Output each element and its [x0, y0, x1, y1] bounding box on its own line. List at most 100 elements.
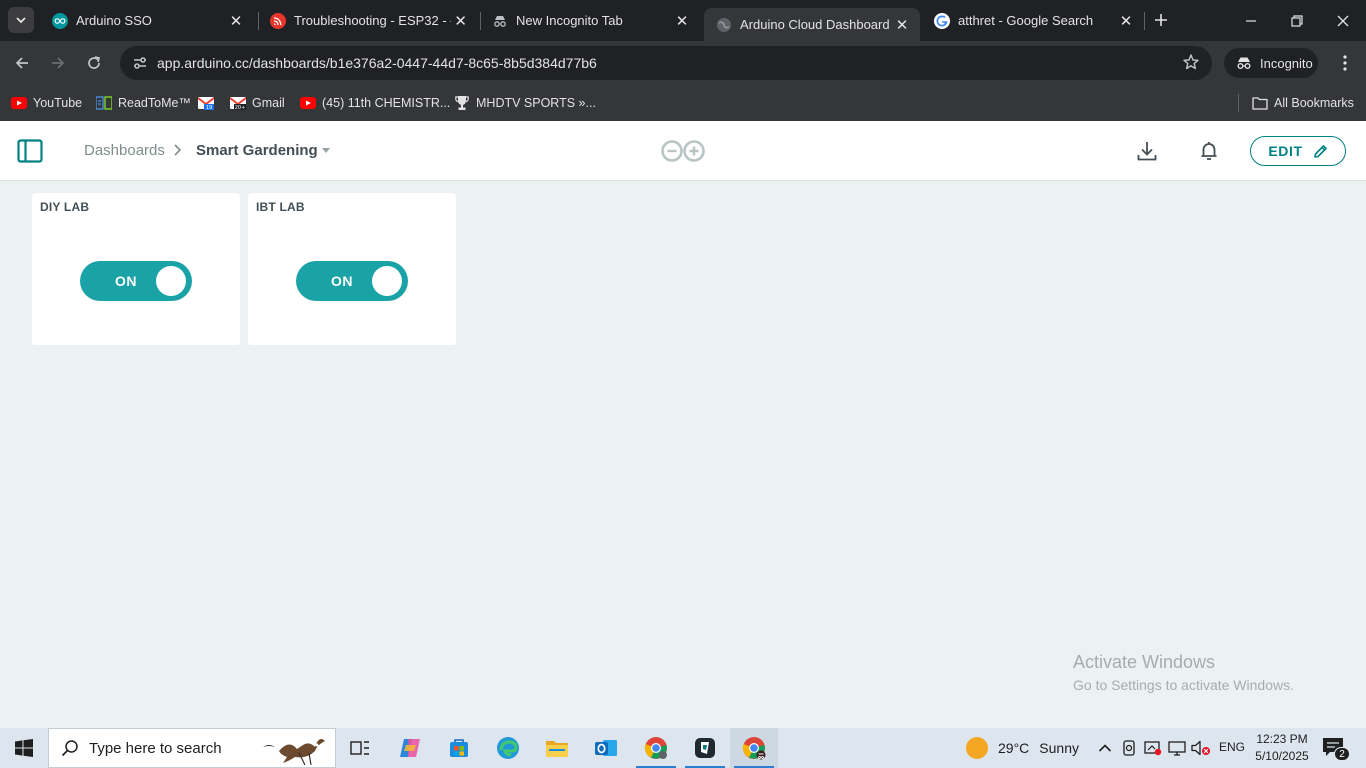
tab-new-incognito[interactable]: New Incognito Tab ✕: [480, 0, 700, 41]
bookmark-readtome[interactable]: ReadToMe™: [96, 93, 191, 113]
bookmark-star-icon[interactable]: [1182, 53, 1200, 76]
back-button[interactable]: [8, 49, 36, 77]
close-icon[interactable]: ✕: [672, 11, 692, 31]
arrow-right-icon: [52, 57, 65, 69]
bookmarks-bar: YouTube ReadToMe™ 19 20+ Gmail (45) 11th…: [0, 85, 1366, 121]
windows-taskbar: Type here to search 29°C Sunny ENG 12:23…: [0, 728, 1366, 768]
bookmark-youtube[interactable]: YouTube: [11, 93, 82, 113]
tab-arduino-sso[interactable]: Arduino SSO ✕: [40, 0, 254, 41]
bookmark-label: (45) 11th CHEMISTR...: [322, 96, 451, 110]
svg-text:19: 19: [206, 105, 212, 110]
volume-button[interactable]: [1190, 738, 1212, 758]
sidebar-icon: [17, 139, 43, 163]
forward-button[interactable]: [44, 49, 72, 77]
start-button[interactable]: [0, 728, 48, 768]
microsoft-store-button[interactable]: [435, 728, 483, 768]
caret-down-icon[interactable]: [322, 148, 330, 153]
bookmark-label: Gmail: [252, 96, 285, 110]
switch-knob[interactable]: [156, 266, 186, 296]
notification-badge: 2: [1334, 747, 1350, 761]
toggle-switch[interactable]: ON: [296, 261, 408, 301]
search-placeholder: Type here to search: [89, 739, 222, 757]
tab-title: New Incognito Tab: [516, 13, 623, 28]
minimize-button[interactable]: [1228, 0, 1274, 41]
url-text[interactable]: app.arduino.cc/dashboards/b1e376a2-0447-…: [157, 55, 597, 71]
close-icon[interactable]: ✕: [451, 11, 470, 31]
site-settings-icon[interactable]: [128, 51, 152, 75]
all-bookmarks-button[interactable]: All Bookmarks: [1252, 93, 1354, 113]
weather-condition: Sunny: [1039, 740, 1079, 756]
close-window-button[interactable]: [1320, 0, 1366, 41]
task-view-button[interactable]: [336, 728, 384, 768]
switch-state-label: ON: [331, 273, 353, 289]
show-hidden-icons-button[interactable]: [1096, 738, 1114, 758]
taskbar-search-box[interactable]: Type here to search: [48, 728, 336, 768]
bookmark-mhdtv-sports[interactable]: MHDTV SPORTS »...: [454, 93, 596, 113]
chrome-incognito-button[interactable]: [730, 728, 778, 768]
tray-app-icon[interactable]: [1120, 738, 1138, 758]
plus-icon: [1155, 14, 1167, 26]
system-clock[interactable]: 12:23 PM 5/10/2025: [1252, 731, 1312, 765]
browser-menu-button[interactable]: [1333, 51, 1357, 75]
breadcrumb-dashboards-link[interactable]: Dashboards: [84, 142, 165, 159]
google-icon: [934, 12, 950, 29]
more-vert-icon: [1343, 55, 1347, 71]
incognito-icon: [492, 13, 508, 29]
dashboard-name[interactable]: Smart Gardening: [196, 142, 318, 159]
weather-temperature: 29°C: [998, 740, 1030, 756]
switch-widget-diy-lab: DIY LAB ON: [32, 193, 240, 345]
bookmark-label: MHDTV SPORTS »...: [476, 96, 596, 110]
minimize-icon: [1246, 19, 1256, 22]
store-icon: [450, 739, 468, 757]
widget-title: DIY LAB: [40, 200, 90, 214]
input-language[interactable]: ENG: [1219, 740, 1245, 754]
chevron-down-icon: [16, 17, 26, 24]
bookmark-gmail-19[interactable]: 19: [198, 93, 220, 113]
browser-tab-strip: Arduino SSO ✕ Troubleshooting - ESP32 - …: [0, 0, 1366, 41]
tab-arduino-cloud-dashboard[interactable]: Arduino Cloud Dashboard ✕: [704, 8, 920, 41]
new-tab-button[interactable]: [1149, 8, 1173, 32]
youtube-icon: [11, 95, 27, 111]
bell-icon: [1201, 142, 1217, 160]
bookmark-gmail[interactable]: 20+ Gmail: [230, 93, 285, 113]
watermark-subtitle: Go to Settings to activate Windows.: [1073, 677, 1294, 693]
volume-muted-icon: [1191, 740, 1210, 756]
sun-icon: [966, 737, 988, 759]
network-error-icon: [1144, 741, 1162, 756]
tab-troubleshooting[interactable]: Troubleshooting - ESP32 - — ✕: [258, 0, 478, 41]
edit-button[interactable]: EDIT: [1250, 136, 1346, 166]
gmail-20-icon: 20+: [230, 95, 246, 111]
tray-display-icon[interactable]: [1167, 738, 1187, 758]
close-icon[interactable]: ✕: [892, 15, 912, 35]
tab-divider: [1144, 12, 1145, 30]
incognito-profile-button[interactable]: Incognito: [1224, 48, 1318, 78]
youtube-icon: [300, 95, 316, 111]
edge-button[interactable]: [484, 728, 532, 768]
bookmark-chemistry[interactable]: (45) 11th CHEMISTR...: [300, 93, 450, 113]
tray-network-app-icon[interactable]: [1143, 738, 1163, 758]
gmail-icon: 19: [198, 95, 214, 111]
tab-search-button[interactable]: [8, 7, 34, 33]
reload-button[interactable]: [80, 49, 108, 77]
address-bar[interactable]: app.arduino.cc/dashboards/b1e376a2-0447-…: [120, 46, 1212, 80]
close-icon[interactable]: ✕: [1116, 11, 1136, 31]
file-explorer-button[interactable]: [533, 728, 581, 768]
download-icon: [1137, 142, 1157, 161]
copilot-button[interactable]: [386, 728, 434, 768]
edit-label: EDIT: [1268, 143, 1303, 159]
sidebar-toggle-button[interactable]: [17, 138, 43, 164]
tab-google-search[interactable]: atthret - Google Search ✕: [922, 0, 1144, 41]
notifications-button[interactable]: [1195, 137, 1223, 165]
chrome-icon: [644, 737, 667, 759]
notification-center-button[interactable]: 2: [1322, 737, 1350, 761]
weather-widget[interactable]: 29°C Sunny: [966, 736, 1079, 760]
close-icon[interactable]: ✕: [226, 11, 246, 31]
download-button[interactable]: [1133, 137, 1161, 165]
arrow-left-icon: [15, 57, 28, 69]
outlook-button[interactable]: [582, 728, 630, 768]
switch-knob[interactable]: [372, 266, 402, 296]
app-button-teal[interactable]: [681, 728, 729, 768]
chrome-button[interactable]: [632, 728, 680, 768]
restore-button[interactable]: [1274, 0, 1320, 41]
toggle-switch[interactable]: ON: [80, 261, 192, 301]
